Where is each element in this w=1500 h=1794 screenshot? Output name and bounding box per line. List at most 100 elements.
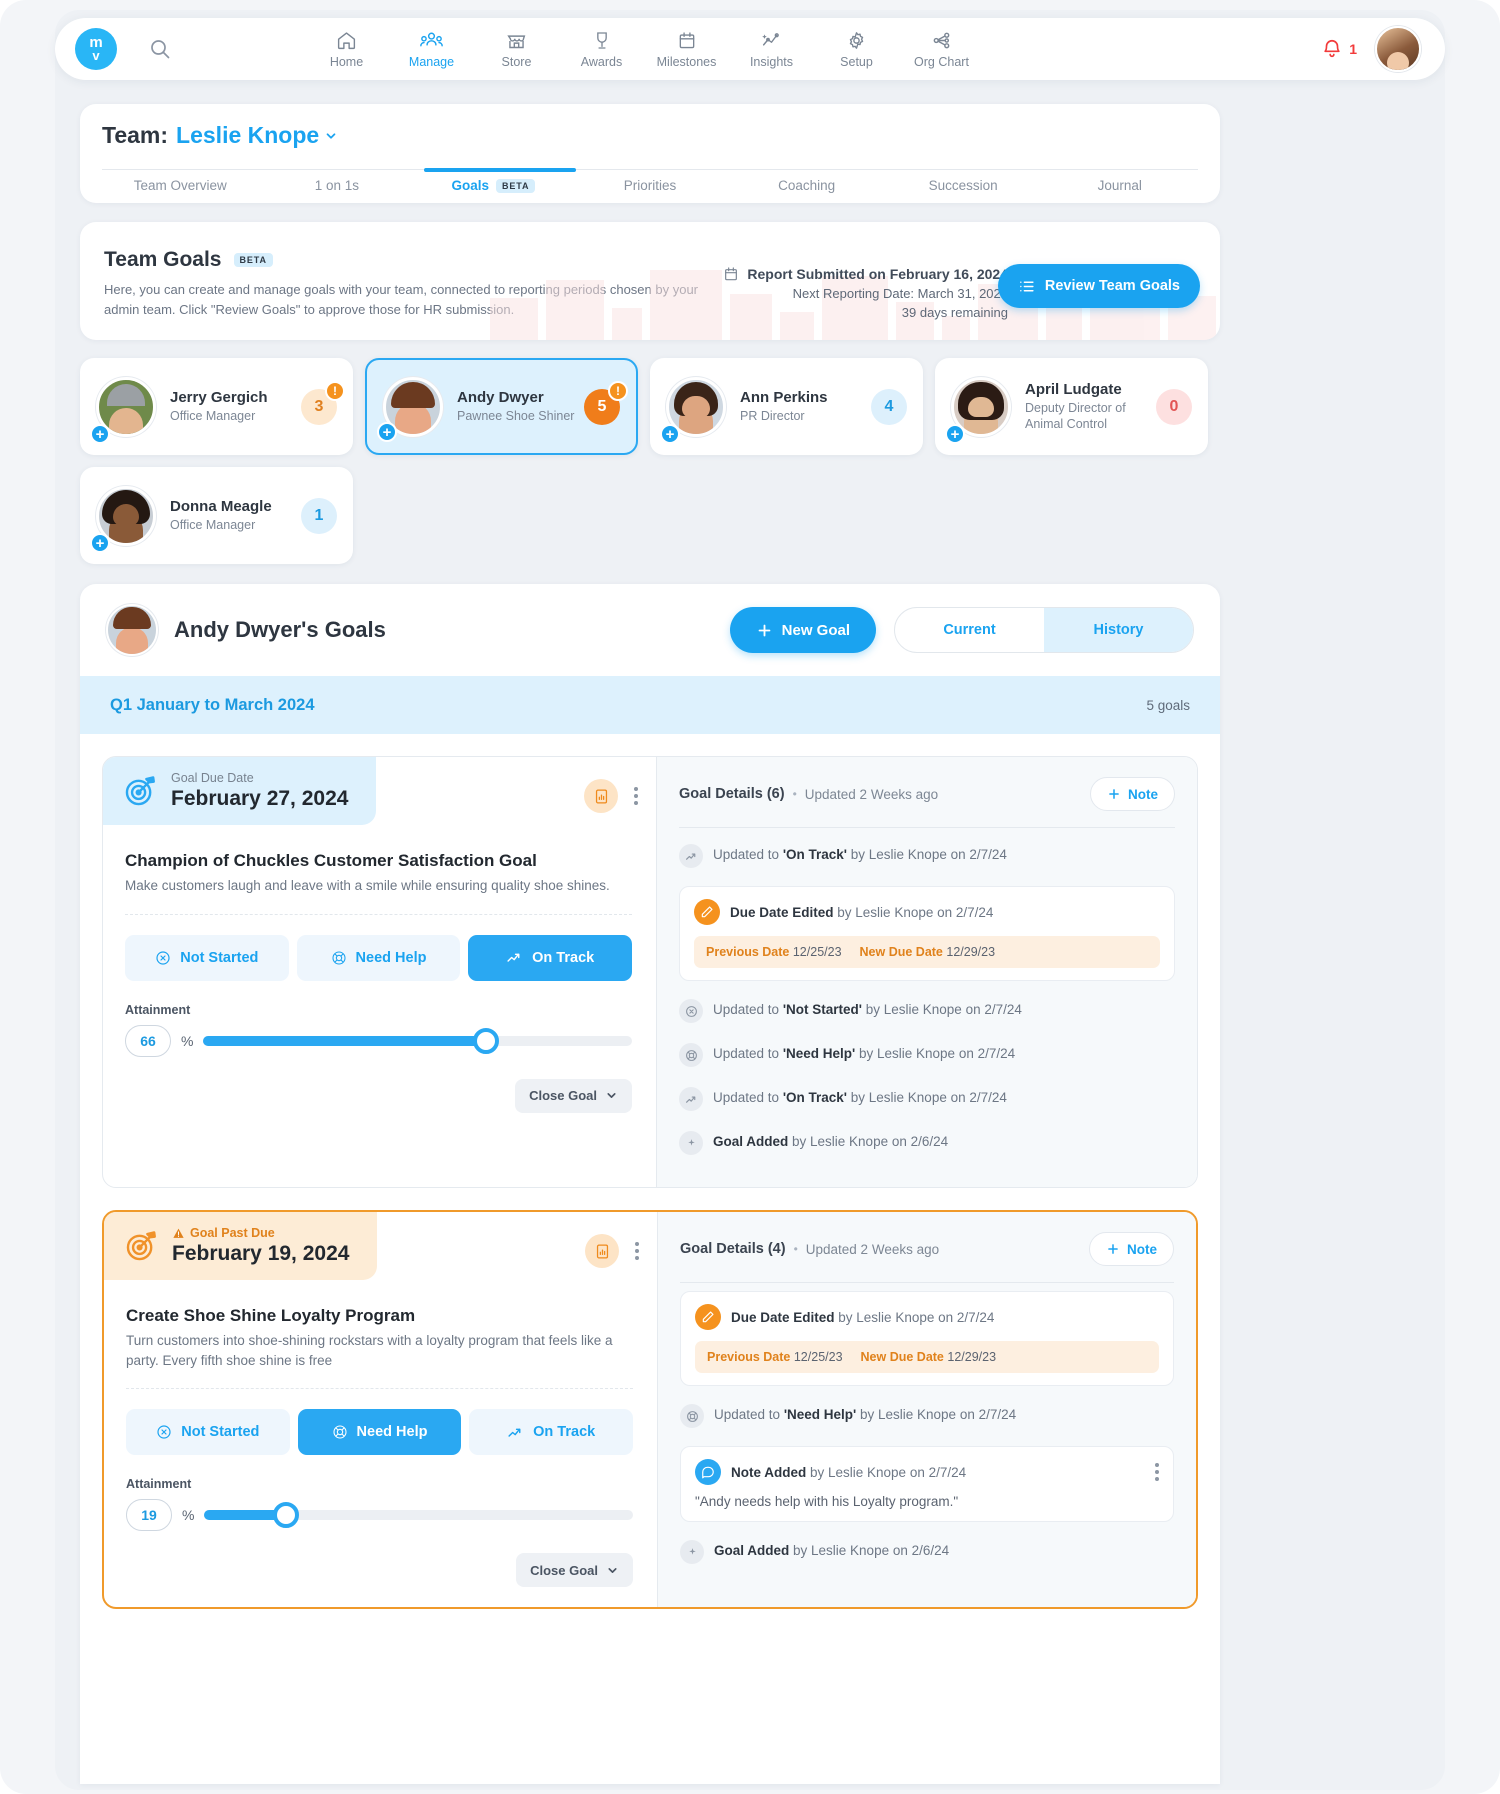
add-goal-icon[interactable]: + [377, 422, 397, 442]
past-due-text: Goal Past Due [190, 1226, 275, 1240]
notifications-button[interactable]: 1 [1321, 38, 1357, 60]
life-ring-icon [679, 1043, 703, 1067]
timeline-entry: Updated to 'On Track' by Leslie Knope on… [679, 1077, 1175, 1121]
tab-1-on-1s[interactable]: 1 on 1s [259, 178, 416, 193]
entry-bold: Goal Added [714, 1543, 790, 1558]
alert-triangle-icon [173, 1228, 184, 1238]
review-team-goals-button[interactable]: Review Team Goals [997, 264, 1200, 308]
attainment-slider[interactable] [203, 1027, 632, 1054]
divider [679, 827, 1175, 828]
tab-team-overview[interactable]: Team Overview [102, 178, 259, 193]
add-goal-icon[interactable]: + [90, 424, 110, 444]
tabs-divider [102, 167, 1198, 172]
person-card-april-ludgate[interactable]: + April Ludgate Deputy Director of Anima… [935, 358, 1208, 455]
nav-item-milestones[interactable]: Milestones [647, 30, 726, 69]
add-note-button[interactable]: Note [1090, 777, 1175, 811]
attainment-slider[interactable] [204, 1502, 633, 1529]
timeline-entry-text: Updated to 'Not Started' by Leslie Knope… [713, 999, 1022, 1020]
status-need-help-button[interactable]: Need Help [296, 934, 461, 981]
toggle-current[interactable]: Current [895, 608, 1044, 652]
report-icon[interactable] [585, 1234, 619, 1268]
nav-item-store[interactable]: Store [477, 30, 556, 69]
goal-details-header: Goal Details (6) • Updated 2 Weeks ago N… [679, 777, 1175, 811]
nav-item-setup[interactable]: Setup [817, 30, 896, 69]
nav-item-manage[interactable]: Manage [392, 30, 471, 69]
tab-succession[interactable]: Succession [885, 178, 1042, 193]
close-goal-button[interactable]: Close Goal [515, 1078, 632, 1113]
tab-label: Goals [451, 178, 489, 193]
new-goal-label: New Goal [781, 621, 850, 639]
person-card-andy-dwyer[interactable]: + Andy Dwyer Pawnee Shoe Shiner 5 ! [365, 358, 638, 455]
tab-journal[interactable]: Journal [1041, 178, 1198, 193]
plus-icon [758, 624, 771, 636]
person-role: Deputy Director of Animal Control [1025, 400, 1126, 431]
tab-label: Coaching [778, 178, 836, 193]
period-goal-count: 5 goals [1146, 697, 1190, 713]
search-icon[interactable] [143, 32, 177, 66]
new-goal-button[interactable]: New Goal [729, 607, 876, 653]
tab-coaching[interactable]: Coaching [728, 178, 885, 193]
person-card-jerry-gergich[interactable]: + Jerry Gergich Office Manager 3 ! [80, 358, 353, 455]
attainment-value[interactable]: 66 [125, 1024, 171, 1057]
target-icon [126, 1231, 156, 1261]
entry-bold: Due Date Edited [730, 904, 834, 920]
tab-priorities[interactable]: Priorities [572, 178, 729, 193]
close-goal-button[interactable]: Close Goal [516, 1553, 633, 1588]
goal-details-header: Goal Details (4) • Updated 2 Weeks ago N… [680, 1232, 1174, 1266]
add-goal-icon[interactable]: + [945, 424, 965, 444]
new-date-label: New Due Date [859, 945, 943, 959]
attainment-value[interactable]: 19 [126, 1499, 172, 1532]
person-role: Office Manager [170, 517, 256, 532]
user-avatar[interactable] [1375, 26, 1421, 72]
top-navigation-bar: m v Home Manage Store Awards Milestones … [55, 18, 1445, 80]
nav-item-org-chart[interactable]: Org Chart [902, 30, 981, 69]
team-selector[interactable]: Leslie Knope [176, 122, 338, 149]
nav-label-insights: Insights [749, 54, 794, 69]
report-icon[interactable] [584, 779, 618, 813]
logo-letter-v: v [92, 47, 100, 63]
period-label: Q1 January to March 2024 [110, 695, 315, 714]
goal-count-badge: 3 ! [301, 380, 345, 425]
goal-more-options-icon[interactable] [635, 1242, 639, 1260]
note-more-options-icon[interactable] [1155, 1463, 1159, 1481]
goal-name: Create Shoe Shine Loyalty Program [126, 1306, 416, 1325]
plus-icon [1108, 1244, 1118, 1254]
entry-bold: Goal Added [713, 1134, 789, 1149]
status-on-track-button[interactable]: On Track [469, 1409, 634, 1456]
person-card-donna-meagle[interactable]: + Donna Meagle Office Manager 1 [80, 467, 353, 564]
calendar-icon [725, 267, 738, 281]
review-team-goals-label: Review Team Goals [1044, 278, 1180, 294]
status-label: Not Started [180, 949, 259, 966]
person-card-ann-perkins[interactable]: + Ann Perkins PR Director 4 [650, 358, 923, 455]
person-info: April Ludgate Deputy Director of Animal … [1025, 381, 1156, 433]
add-goal-icon[interactable]: + [660, 424, 680, 444]
slider-knob[interactable] [272, 1502, 299, 1529]
add-note-button[interactable]: Note [1089, 1232, 1174, 1266]
new-date-group: New Due Date 12/29/23 [860, 945, 996, 959]
goal-row: Goal Due Date February 27, 2024 Champion… [102, 756, 1198, 1188]
toggle-history[interactable]: History [1044, 608, 1193, 652]
slider-knob[interactable] [473, 1027, 500, 1054]
nav-item-awards[interactable]: Awards [562, 30, 641, 69]
note-text: "Andy needs help with his Loyalty progra… [695, 1494, 959, 1509]
life-ring-icon [680, 1404, 704, 1428]
status-need-help-button[interactable]: Need Help [297, 1409, 462, 1456]
status-not-started-button[interactable]: Not Started [126, 1409, 290, 1456]
status-label: On Track [532, 949, 595, 966]
person-name: Jerry Gergich [170, 388, 268, 406]
tab-goals[interactable]: Goals BETA [415, 178, 572, 193]
goal-count: 1 [314, 506, 324, 524]
status-not-started-button[interactable]: Not Started [125, 934, 289, 981]
add-goal-icon[interactable]: + [90, 533, 110, 553]
report-submitted-row: Report Submitted on February 16, 2024 [723, 266, 1008, 282]
goals-owner-title: Andy Dwyer's Goals [174, 617, 386, 642]
nav-items: Home Manage Store Awards Milestones Insi… [307, 30, 981, 69]
trend-up-icon [679, 844, 703, 868]
goal-more-options-icon[interactable] [634, 787, 638, 805]
status-on-track-button[interactable]: On Track [468, 934, 633, 981]
person-info: Donna Meagle Office Manager [170, 498, 301, 533]
goal-count: 4 [884, 397, 894, 415]
nav-item-insights[interactable]: Insights [732, 30, 811, 69]
app-logo[interactable]: m v [75, 28, 117, 70]
nav-item-home[interactable]: Home [307, 30, 386, 69]
